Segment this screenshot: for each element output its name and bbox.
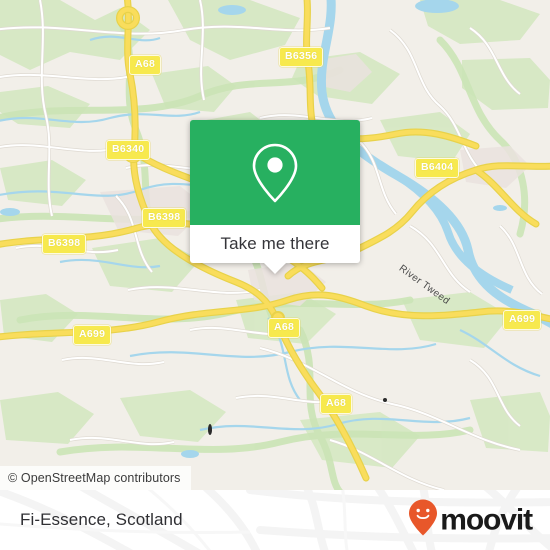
map-viewport[interactable]: A68 B6356 B6340 B6404 B6398 B6398 A699 A… — [0, 0, 550, 490]
moovit-wordmark: moovit — [440, 503, 533, 536]
road-shield-a699-east: A699 — [503, 310, 542, 330]
footer-bar: Fi-Essence, Scotland moovit — [0, 490, 550, 550]
moovit-logo[interactable]: moovit — [408, 499, 533, 542]
road-shield-a68-north: A68 — [129, 55, 162, 75]
take-me-there-label: Take me there — [220, 234, 330, 253]
popup-image-area — [190, 120, 360, 225]
osm-attribution-text: © OpenStreetMap contributors — [8, 471, 181, 485]
road-shield-b6398-west: B6398 — [42, 234, 87, 254]
road-shield-b6398-east: B6398 — [142, 208, 187, 228]
take-me-there-button[interactable]: Take me there — [190, 225, 360, 263]
road-shield-a699-west: A699 — [73, 325, 112, 345]
location-pin-icon — [247, 141, 303, 205]
osm-attribution[interactable]: © OpenStreetMap contributors — [0, 466, 191, 490]
moovit-map-screenshot: A68 B6356 B6340 B6404 B6398 B6398 A699 A… — [0, 0, 550, 550]
road-shield-a68-south: A68 — [320, 394, 353, 414]
road-shield-b6340: B6340 — [106, 140, 151, 160]
place-title: Fi-Essence, Scotland — [20, 510, 183, 529]
moovit-smiley-pin-icon — [408, 499, 438, 542]
road-shield-a68-center: A68 — [268, 318, 301, 338]
place-popup-card[interactable]: Take me there — [190, 120, 360, 274]
road-shield-b6404: B6404 — [415, 158, 460, 178]
road-shield-b6356: B6356 — [279, 47, 324, 67]
popup-pointer-tail — [264, 263, 286, 274]
